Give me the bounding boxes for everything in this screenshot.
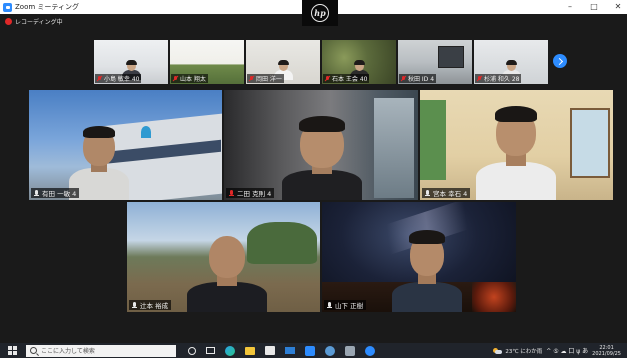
video-tile[interactable]: 辻本 裕成 xyxy=(127,202,320,312)
participant-thumbnail[interactable]: 石本 王会 40 xyxy=(322,40,396,84)
participant-nameplate: 岡田 洋一 xyxy=(247,74,284,83)
taskbar-search-box[interactable]: ここに入力して検索 xyxy=(26,344,176,357)
participant-thumbnail[interactable]: 秋田 ID 4 xyxy=(398,40,472,84)
participant-video xyxy=(392,228,462,312)
participant-label: 宮本 幸石 4 xyxy=(422,188,471,198)
clock-date: 2021/09/25 xyxy=(592,350,621,357)
participant-filmstrip: 小島 敏幸 40 山本 翔太 岡田 洋一 石本 王会 40 秋田 ID 4 杉浦… xyxy=(94,40,548,84)
store-icon[interactable] xyxy=(265,346,275,355)
search-placeholder: ここに入力して検索 xyxy=(41,348,95,355)
window-controls: – □ ✕ xyxy=(565,0,623,14)
participant-name: 山下 正樹 xyxy=(335,302,364,310)
mic-icon xyxy=(34,189,40,197)
edge-browser-icon[interactable] xyxy=(225,345,235,356)
taskbar-clock[interactable]: 22:01 2021/09/25 xyxy=(592,345,621,357)
recording-label: レコーディング中 xyxy=(15,19,63,26)
weather-text[interactable]: 23℃ にわか雨 xyxy=(505,347,542,355)
participant-name: 秋田 ID 4 xyxy=(408,76,435,83)
participant-nameplate: 秋田 ID 4 xyxy=(399,74,437,83)
participant-name: 宮本 幸石 4 xyxy=(433,190,468,198)
next-page-arrow-icon[interactable] xyxy=(553,54,567,68)
video-tile[interactable]: 宮本 幸石 4 xyxy=(420,90,613,200)
participant-label: 山下 正樹 xyxy=(324,300,367,310)
app-icon[interactable] xyxy=(345,345,355,356)
participant-thumbnail[interactable]: 岡田 洋一 xyxy=(246,40,320,84)
search-icon xyxy=(30,347,37,354)
participant-thumbnail[interactable]: 山本 翔太 xyxy=(170,40,244,84)
active-speaker-tile[interactable]: 山下 正樹 xyxy=(322,202,516,312)
mic-muted-icon xyxy=(325,75,330,82)
participant-video xyxy=(187,232,267,312)
app-icon[interactable] xyxy=(325,345,335,356)
participant-video xyxy=(282,116,362,200)
hp-logo: hp xyxy=(311,4,329,22)
mic-icon xyxy=(425,189,431,197)
participant-nameplate: 山本 翔太 xyxy=(171,74,208,83)
record-icon xyxy=(5,18,12,25)
participant-name: 山本 翔太 xyxy=(180,76,206,83)
participant-name: 二田 克則 4 xyxy=(237,190,272,198)
participant-name: 辻本 裕成 xyxy=(140,302,169,310)
file-explorer-icon[interactable] xyxy=(245,346,255,355)
participant-thumbnail[interactable]: 杉浦 和久 28 xyxy=(474,40,548,84)
participant-nameplate: 杉浦 和久 28 xyxy=(475,74,522,83)
mic-muted-icon xyxy=(97,75,102,82)
zoom-taskbar-icon[interactable] xyxy=(305,345,315,356)
participant-video xyxy=(476,100,556,200)
mic-muted-icon xyxy=(229,189,235,197)
participant-label: 辻本 裕成 xyxy=(129,300,172,310)
windows-start-icon[interactable] xyxy=(8,346,17,355)
participant-name: 有田 一敏 4 xyxy=(42,190,77,198)
minimize-button[interactable]: – xyxy=(565,0,575,14)
cortana-icon[interactable] xyxy=(188,346,196,355)
zoom-window: Zoom ミーティング – □ ✕ hp レコーディング中 小島 敏幸 40 山… xyxy=(0,0,627,358)
participant-thumbnail[interactable]: 小島 敏幸 40 xyxy=(94,40,168,84)
recording-indicator[interactable]: レコーディング中 xyxy=(5,17,63,26)
windows-taskbar: ここに入力して検索 23℃ にわか雨 ^ ⑤ ☁ 口 ψ あ 22:01 202… xyxy=(0,343,627,358)
close-button[interactable]: ✕ xyxy=(613,0,623,14)
video-tile[interactable]: 有田 一敏 4 xyxy=(29,90,222,200)
participant-nameplate: 小島 敏幸 40 xyxy=(95,74,142,83)
mail-icon[interactable] xyxy=(285,347,295,354)
participant-label: 有田 一敏 4 xyxy=(31,188,80,198)
app-icon[interactable] xyxy=(365,345,375,356)
video-tile[interactable]: 二田 克則 4 xyxy=(224,90,418,200)
mic-muted-icon xyxy=(249,75,254,82)
mic-muted-icon xyxy=(401,75,406,82)
participant-name: 小島 敏幸 40 xyxy=(104,76,140,83)
window-title: Zoom ミーティング xyxy=(15,3,79,11)
mic-muted-icon xyxy=(173,75,178,82)
system-tray: 23℃ にわか雨 ^ ⑤ ☁ 口 ψ あ 22:01 2021/09/25 xyxy=(493,343,621,358)
participant-name: 岡田 洋一 xyxy=(256,76,282,83)
mic-icon xyxy=(327,301,333,309)
hp-logo-tab: hp xyxy=(302,0,338,26)
participant-label: 二田 克則 4 xyxy=(226,188,275,198)
participant-name: 杉浦 和久 28 xyxy=(484,76,520,83)
maximize-button[interactable]: □ xyxy=(589,0,599,14)
participant-nameplate: 石本 王会 40 xyxy=(323,74,370,83)
tray-icons[interactable]: ^ ⑤ ☁ 口 ψ あ xyxy=(546,346,588,355)
mic-icon xyxy=(132,301,138,309)
zoom-app-icon xyxy=(3,2,12,12)
weather-icon[interactable] xyxy=(493,347,503,354)
mic-muted-icon xyxy=(477,75,482,82)
participant-name: 石本 王会 40 xyxy=(332,76,368,83)
task-view-icon[interactable] xyxy=(206,347,215,354)
taskbar-apps xyxy=(188,345,375,356)
